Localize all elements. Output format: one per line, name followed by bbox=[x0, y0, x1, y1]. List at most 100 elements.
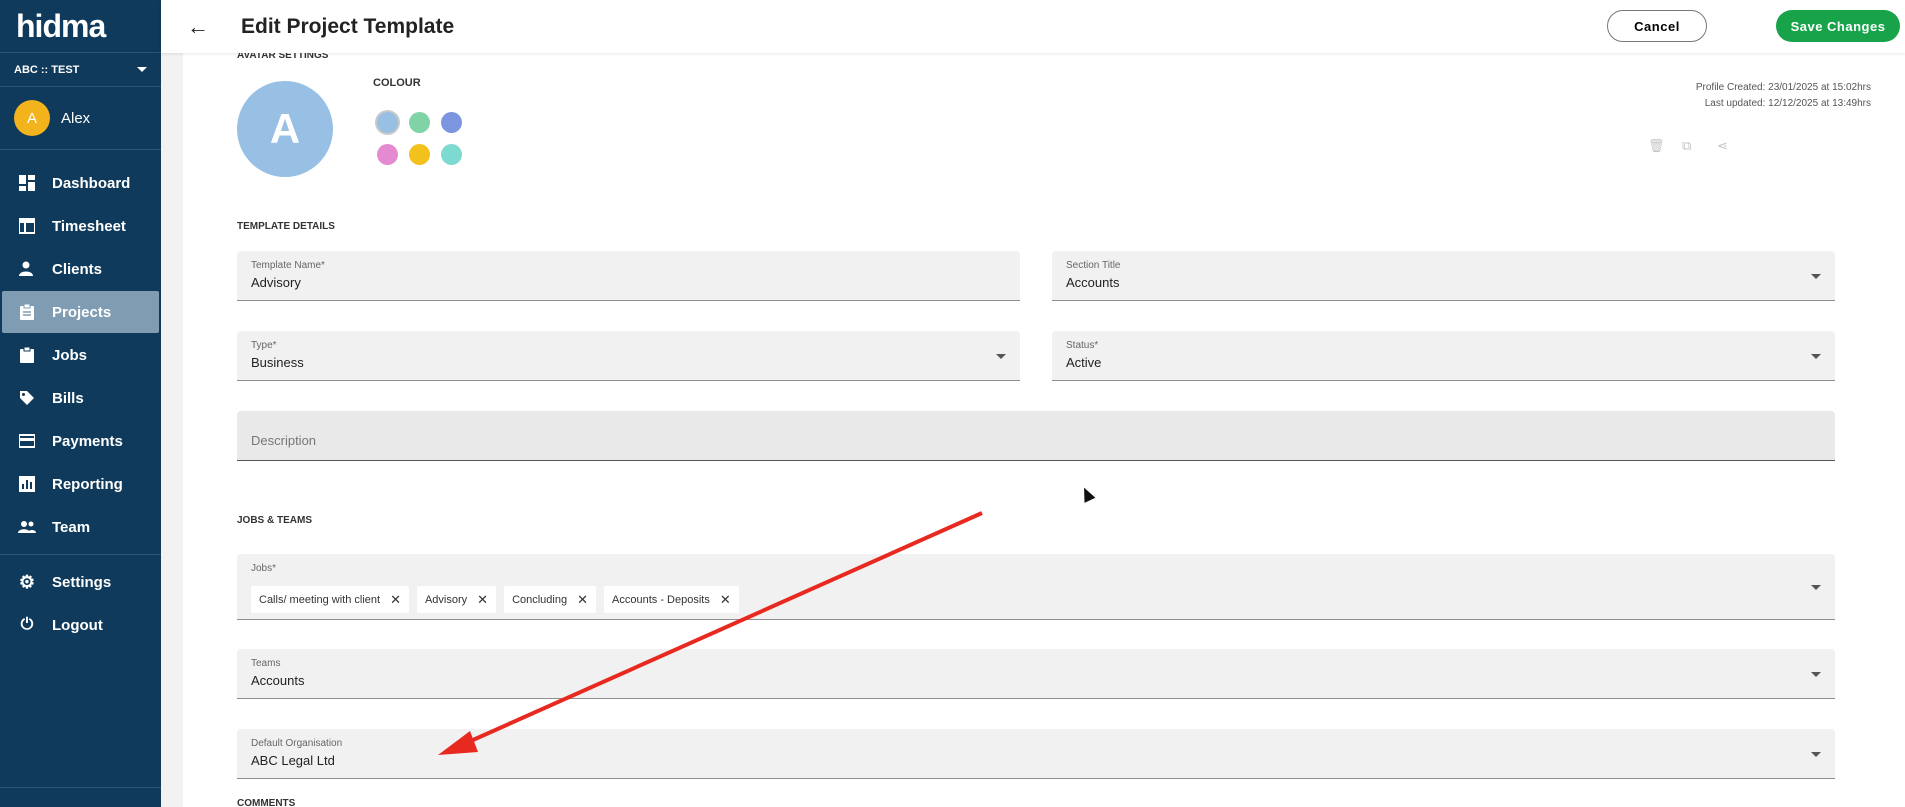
sidebar-item-timesheet[interactable]: Timesheet bbox=[2, 205, 159, 247]
chevron-down-icon bbox=[1811, 751, 1821, 757]
last-updated: Last updated: 12/12/2025 at 13:49hrs bbox=[1704, 98, 1871, 109]
template-details-heading: TEMPLATE DETAILS bbox=[237, 221, 335, 232]
avatar: A bbox=[14, 100, 50, 136]
clipboard-icon bbox=[18, 303, 36, 321]
chevron-down-icon bbox=[1811, 671, 1821, 677]
field-value: Advisory bbox=[251, 275, 301, 290]
people-icon bbox=[18, 518, 36, 536]
field-value: ABC Legal Ltd bbox=[251, 753, 335, 768]
sidebar-item-settings[interactable]: ⚙ Settings bbox=[2, 561, 159, 603]
colour-swatch-blue[interactable] bbox=[377, 112, 398, 133]
teams-select[interactable]: Teams Accounts bbox=[237, 649, 1835, 699]
avatar-settings-heading: AVATAR SETTINGS bbox=[237, 53, 329, 61]
close-icon[interactable]: ✕ bbox=[720, 592, 731, 608]
table-icon bbox=[18, 217, 36, 235]
sidebar-item-label: Timesheet bbox=[52, 217, 126, 235]
bar-chart-icon bbox=[18, 475, 36, 493]
job-chip: Calls/ meeting with client ✕ bbox=[251, 586, 409, 613]
section-title-select[interactable]: Section Title Accounts bbox=[1052, 251, 1835, 301]
chip-label: Calls/ meeting with client bbox=[259, 593, 381, 606]
job-chip: Advisory ✕ bbox=[416, 586, 497, 613]
job-chip: Concluding ✕ bbox=[504, 586, 597, 613]
sidebar-item-team[interactable]: Team bbox=[2, 506, 159, 548]
field-label: Default Organisation bbox=[251, 738, 343, 749]
sidebar-item-payments[interactable]: Payments bbox=[2, 420, 159, 462]
template-name-field[interactable]: Template Name* Advisory bbox=[237, 251, 1020, 301]
colour-swatch-teal[interactable] bbox=[441, 144, 462, 165]
close-icon[interactable]: ✕ bbox=[477, 592, 488, 608]
field-value: Accounts bbox=[251, 673, 305, 688]
sidebar-item-dashboard[interactable]: Dashboard bbox=[2, 162, 159, 204]
copy-icon[interactable]: ⧉ bbox=[1682, 138, 1691, 154]
field-label: Status* bbox=[1066, 340, 1099, 351]
type-select[interactable]: Type* Business bbox=[237, 331, 1020, 381]
chip-label: Accounts - Deposits bbox=[612, 593, 710, 606]
user-profile[interactable]: A Alex bbox=[0, 87, 161, 150]
sidebar-item-label: Payments bbox=[52, 432, 123, 450]
chevron-down-icon bbox=[1811, 273, 1821, 279]
org-selector[interactable]: ABC :: TEST bbox=[0, 53, 161, 87]
page-header: ← Edit Project Template Cancel Save Chan… bbox=[161, 0, 1905, 53]
field-label: Teams bbox=[251, 658, 281, 669]
chevron-down-icon bbox=[1811, 353, 1821, 359]
comments-heading: COMMENTS bbox=[237, 798, 296, 807]
field-label: Jobs* bbox=[251, 563, 277, 574]
sidebar-item-label: Dashboard bbox=[52, 174, 131, 192]
sidebar-item-label: Projects bbox=[52, 303, 112, 321]
status-select[interactable]: Status* Active bbox=[1052, 331, 1835, 381]
sidebar-item-projects[interactable]: Projects bbox=[2, 291, 159, 333]
template-avatar: A bbox=[237, 81, 333, 177]
sidebar-item-label: Logout bbox=[52, 616, 103, 634]
sidebar-item-bills[interactable]: Bills bbox=[2, 377, 159, 419]
chevron-down-icon bbox=[137, 67, 147, 72]
tag-icon bbox=[18, 389, 36, 407]
chevron-down-icon bbox=[996, 353, 1006, 359]
default-organisation-select[interactable]: Default Organisation ABC Legal Ltd bbox=[237, 729, 1835, 779]
colour-swatch-pink[interactable] bbox=[377, 144, 398, 165]
dashboard-icon bbox=[18, 174, 36, 192]
chip-label: Advisory bbox=[424, 593, 468, 606]
sidebar: hidma ABC :: TEST A Alex Dashboard Times… bbox=[0, 0, 161, 807]
sidebar-footer bbox=[0, 787, 161, 807]
job-chips: Calls/ meeting with client ✕ Advisory ✕ Co… bbox=[251, 586, 739, 613]
colour-swatch-indigo[interactable] bbox=[441, 112, 462, 133]
colour-swatch-green[interactable] bbox=[409, 112, 430, 133]
sidebar-item-label: Reporting bbox=[52, 475, 123, 493]
field-value: Business bbox=[251, 355, 304, 370]
sidebar-item-jobs[interactable]: Jobs bbox=[2, 334, 159, 376]
colour-label: COLOUR bbox=[373, 77, 421, 89]
cancel-button[interactable]: Cancel bbox=[1607, 10, 1707, 42]
sidebar-item-label: Jobs bbox=[52, 346, 88, 364]
jobs-teams-heading: JOBS & TEAMS bbox=[237, 515, 313, 526]
clipboard-check-icon bbox=[18, 346, 36, 364]
field-value: Accounts bbox=[1066, 275, 1120, 290]
close-icon[interactable]: ✕ bbox=[577, 592, 588, 608]
profile-meta: Profile Created: 23/01/2025 at 15:02hrs … bbox=[1696, 80, 1871, 112]
field-value: Active bbox=[1066, 355, 1102, 370]
description-field[interactable]: Description bbox=[237, 411, 1835, 461]
main-content: AVATAR SETTINGS A COLOUR Profile Created… bbox=[183, 53, 1905, 807]
jobs-multiselect[interactable]: Jobs* Calls/ meeting with client ✕ Adviso… bbox=[237, 554, 1835, 620]
delete-icon[interactable]: 🗑 bbox=[1648, 138, 1665, 154]
page-title: Edit Project Template bbox=[241, 14, 455, 38]
field-placeholder: Description bbox=[251, 433, 317, 448]
back-arrow-icon[interactable]: ← bbox=[187, 14, 217, 40]
sidebar-item-reporting[interactable]: Reporting bbox=[2, 463, 159, 505]
sidebar-item-label: Bills bbox=[52, 389, 84, 407]
user-name: Alex bbox=[61, 109, 91, 127]
field-label: Section Title bbox=[1066, 260, 1121, 271]
chevron-down-icon bbox=[1811, 584, 1821, 590]
share-icon[interactable]: ⋖ bbox=[1717, 138, 1728, 154]
sidebar-item-label: Settings bbox=[52, 573, 112, 591]
field-label: Type* bbox=[251, 340, 277, 351]
sidebar-item-label: Clients bbox=[52, 260, 103, 278]
colour-swatch-yellow[interactable] bbox=[409, 144, 430, 165]
person-icon bbox=[18, 260, 36, 278]
job-chip: Accounts - Deposits ✕ bbox=[604, 586, 739, 613]
save-button[interactable]: Save Changes bbox=[1776, 10, 1900, 42]
close-icon[interactable]: ✕ bbox=[390, 592, 401, 608]
sidebar-item-clients[interactable]: Clients bbox=[2, 248, 159, 290]
sidebar-item-logout[interactable]: ⏻ Logout bbox=[2, 604, 159, 646]
credit-card-icon bbox=[18, 432, 36, 450]
app-logo[interactable]: hidma bbox=[0, 0, 161, 53]
